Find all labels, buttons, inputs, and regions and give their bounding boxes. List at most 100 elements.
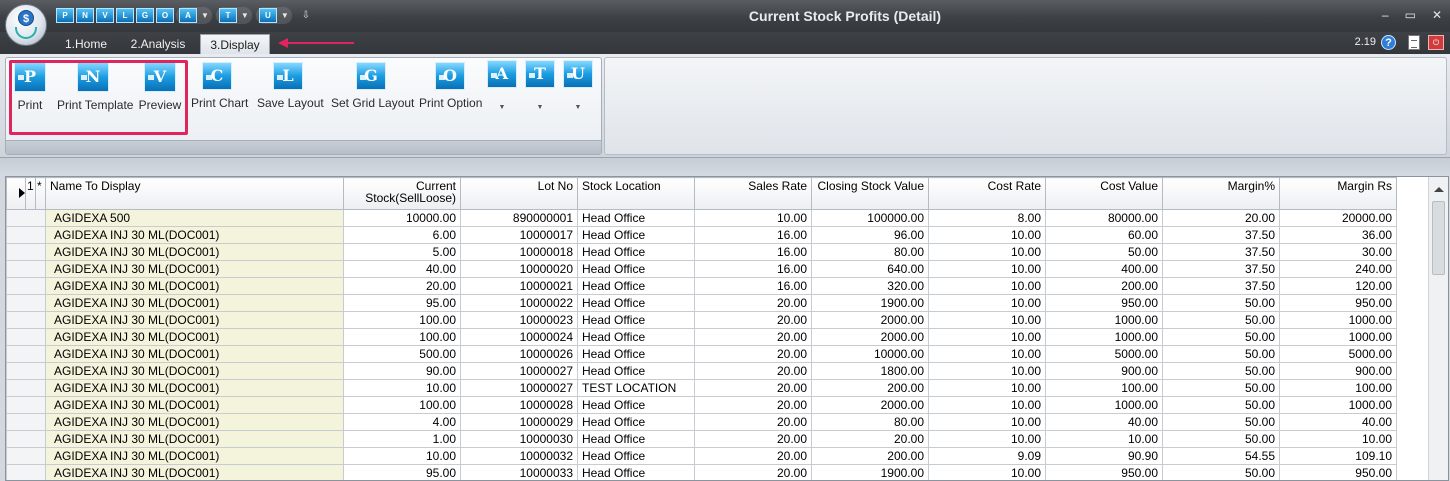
table-row[interactable]: AGIDEXA INJ 30 ML(DOC001) 10.00 10000032 He… <box>6 447 1397 465</box>
cell-stock-location[interactable]: Head Office <box>577 430 695 448</box>
document-icon[interactable] <box>1408 35 1420 50</box>
cell-lot-no[interactable]: 10000017 <box>460 226 578 244</box>
cell-name[interactable]: AGIDEXA 500 <box>45 209 344 227</box>
cell-margin-rs[interactable]: 950.00 <box>1279 464 1397 480</box>
set-grid-layout-button[interactable]: G Set Grid Layout <box>331 62 414 110</box>
cell-cost-rate[interactable]: 10.00 <box>928 345 1046 363</box>
table-row[interactable]: AGIDEXA INJ 30 ML(DOC001) 95.00 10000033 He… <box>6 464 1397 480</box>
cell-stock-location[interactable]: Head Office <box>577 328 695 346</box>
cell-cost-value[interactable]: 50.00 <box>1045 243 1163 261</box>
cell-lot-no[interactable]: 10000020 <box>460 260 578 278</box>
cell-cost-rate[interactable]: 10.00 <box>928 277 1046 295</box>
cell-sales-rate[interactable]: 20.00 <box>694 413 812 431</box>
cell-sales-rate[interactable]: 16.00 <box>694 277 812 295</box>
tab-display[interactable]: 3.Display <box>200 34 270 54</box>
cell-current-stock[interactable]: 100.00 <box>343 328 461 346</box>
cell-current-stock[interactable]: 95.00 <box>343 464 461 480</box>
column-header-closing-stock-value[interactable]: Closing Stock Value <box>811 177 929 210</box>
cell-cost-rate[interactable]: 10.00 <box>928 396 1046 414</box>
cell-lot-no[interactable]: 10000022 <box>460 294 578 312</box>
table-row[interactable]: AGIDEXA INJ 30 ML(DOC001) 90.00 10000027 He… <box>6 362 1397 380</box>
cell-name[interactable]: AGIDEXA INJ 30 ML(DOC001) <box>45 413 344 431</box>
cell-lot-no[interactable]: 10000023 <box>460 311 578 329</box>
cell-lot-no[interactable]: 10000026 <box>460 345 578 363</box>
cell-name[interactable]: AGIDEXA INJ 30 ML(DOC001) <box>45 294 344 312</box>
row-selector[interactable] <box>6 464 46 480</box>
cell-cost-rate[interactable]: 10.00 <box>928 294 1046 312</box>
cell-lot-no[interactable]: 10000032 <box>460 447 578 465</box>
cell-cost-value[interactable]: 40.00 <box>1045 413 1163 431</box>
cell-cost-rate[interactable]: 10.00 <box>928 362 1046 380</box>
cell-current-stock[interactable]: 6.00 <box>343 226 461 244</box>
column-header-name[interactable]: Name To Display <box>45 177 344 210</box>
scroll-thumb[interactable] <box>1432 201 1445 275</box>
cell-stock-location[interactable]: Head Office <box>577 464 695 480</box>
cell-margin-rs[interactable]: 30.00 <box>1279 243 1397 261</box>
cell-sales-rate[interactable]: 16.00 <box>694 243 812 261</box>
save-layout-button[interactable]: L Save Layout <box>257 62 324 110</box>
cell-lot-no[interactable]: 10000028 <box>460 396 578 414</box>
cell-current-stock[interactable]: 40.00 <box>343 260 461 278</box>
minimize-icon[interactable]: – <box>1382 8 1389 22</box>
cell-margin-pct[interactable]: 50.00 <box>1162 464 1280 480</box>
cell-cost-value[interactable]: 900.00 <box>1045 362 1163 380</box>
cell-cost-rate[interactable]: 10.00 <box>928 328 1046 346</box>
column-header-index[interactable]: 1 <box>25 177 36 210</box>
cell-name[interactable]: AGIDEXA INJ 30 ML(DOC001) <box>45 277 344 295</box>
cell-stock-location[interactable]: Head Office <box>577 226 695 244</box>
exit-icon[interactable]: ⏻ <box>1428 35 1444 50</box>
row-selector[interactable] <box>6 277 46 295</box>
cell-current-stock[interactable]: 100.00 <box>343 311 461 329</box>
cell-stock-location[interactable]: Head Office <box>577 260 695 278</box>
cell-margin-rs[interactable]: 100.00 <box>1279 379 1397 397</box>
cell-lot-no[interactable]: 10000018 <box>460 243 578 261</box>
scroll-up-icon[interactable] <box>1434 187 1444 192</box>
cell-closing-stock-value[interactable]: 200.00 <box>811 447 929 465</box>
cell-current-stock[interactable]: 10000.00 <box>343 209 461 227</box>
table-row[interactable]: AGIDEXA INJ 30 ML(DOC001) 95.00 10000022 He… <box>6 294 1397 312</box>
cell-sales-rate[interactable]: 20.00 <box>694 362 812 380</box>
cell-margin-rs[interactable]: 1000.00 <box>1279 311 1397 329</box>
cell-lot-no[interactable]: 890000001 <box>460 209 578 227</box>
cell-current-stock[interactable]: 95.00 <box>343 294 461 312</box>
cell-cost-value[interactable]: 1000.00 <box>1045 396 1163 414</box>
a-dropdown-button[interactable]: A ▼ <box>486 60 518 111</box>
cell-closing-stock-value[interactable]: 1800.00 <box>811 362 929 380</box>
cell-stock-location[interactable]: Head Office <box>577 209 695 227</box>
cell-cost-value[interactable]: 200.00 <box>1045 277 1163 295</box>
cell-margin-pct[interactable]: 50.00 <box>1162 379 1280 397</box>
cell-cost-rate[interactable]: 8.00 <box>928 209 1046 227</box>
cell-cost-value[interactable]: 950.00 <box>1045 464 1163 480</box>
cell-name[interactable]: AGIDEXA INJ 30 ML(DOC001) <box>45 430 344 448</box>
cell-cost-value[interactable]: 5000.00 <box>1045 345 1163 363</box>
t-dropdown-button[interactable]: T ▼ <box>524 60 556 111</box>
cell-closing-stock-value[interactable]: 2000.00 <box>811 396 929 414</box>
row-selector[interactable] <box>6 226 46 244</box>
cell-margin-rs[interactable]: 1000.00 <box>1279 396 1397 414</box>
cell-margin-pct[interactable]: 50.00 <box>1162 362 1280 380</box>
cell-cost-rate[interactable]: 10.00 <box>928 464 1046 480</box>
help-icon[interactable]: ? <box>1381 35 1396 50</box>
cell-closing-stock-value[interactable]: 1900.00 <box>811 464 929 480</box>
tab-analysis[interactable]: 2.Analysis <box>124 34 192 54</box>
cell-cost-rate[interactable]: 10.00 <box>928 243 1046 261</box>
print-chart-button[interactable]: C Print Chart <box>191 62 248 110</box>
cell-lot-no[interactable]: 10000029 <box>460 413 578 431</box>
cell-sales-rate[interactable]: 16.00 <box>694 226 812 244</box>
cell-margin-pct[interactable]: 37.50 <box>1162 277 1280 295</box>
cell-name[interactable]: AGIDEXA INJ 30 ML(DOC001) <box>45 379 344 397</box>
row-selector[interactable] <box>6 294 46 312</box>
table-row[interactable]: AGIDEXA INJ 30 ML(DOC001) 40.00 10000020 He… <box>6 260 1397 278</box>
cell-margin-rs[interactable]: 10.00 <box>1279 430 1397 448</box>
column-header-stock-location[interactable]: Stock Location <box>577 177 695 210</box>
cell-name[interactable]: AGIDEXA INJ 30 ML(DOC001) <box>45 243 344 261</box>
cell-name[interactable]: AGIDEXA INJ 30 ML(DOC001) <box>45 311 344 329</box>
table-row[interactable]: AGIDEXA INJ 30 ML(DOC001) 6.00 10000017 Hea… <box>6 226 1397 244</box>
cell-cost-rate[interactable]: 10.00 <box>928 413 1046 431</box>
cell-current-stock[interactable]: 10.00 <box>343 379 461 397</box>
row-selector[interactable] <box>6 413 46 431</box>
cell-cost-value[interactable]: 400.00 <box>1045 260 1163 278</box>
row-selector[interactable] <box>6 243 46 261</box>
cell-cost-rate[interactable]: 10.00 <box>928 379 1046 397</box>
cell-current-stock[interactable]: 1.00 <box>343 430 461 448</box>
